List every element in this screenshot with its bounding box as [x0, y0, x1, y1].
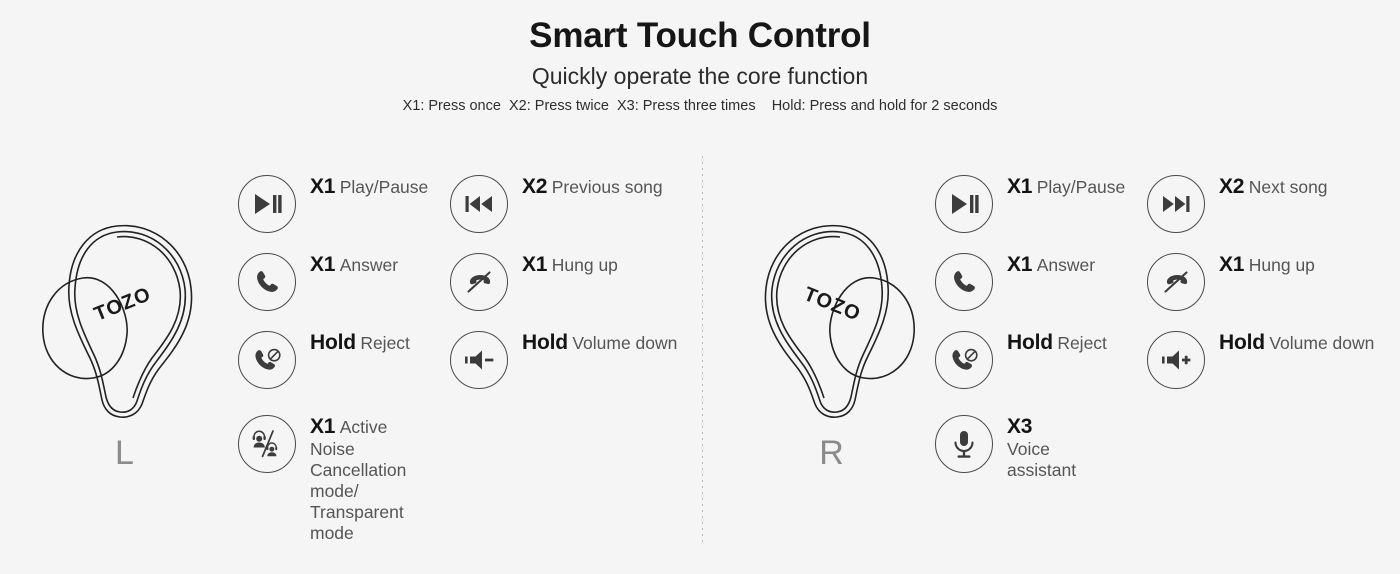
press-count: X2	[522, 175, 548, 198]
press-legend: X1: Press once X2: Press twice X3: Press…	[0, 98, 1400, 115]
action-label: Answer	[1036, 255, 1096, 275]
press-count: X1	[522, 253, 548, 276]
control-row-next-song-right[interactable]: X2 Next song	[1147, 174, 1382, 252]
left-channel-letter: L	[115, 434, 135, 472]
press-count: X1	[310, 415, 336, 438]
press-count: X1	[1007, 253, 1033, 276]
control-row-answer-right[interactable]: X1 Answer	[935, 252, 1170, 330]
action-label: Play/Pause	[1036, 177, 1126, 197]
control-row-answer-left[interactable]: X1 Answer	[238, 252, 473, 330]
action-label: Next song	[1248, 177, 1328, 197]
noise-cancellation-icon	[238, 415, 296, 473]
control-text: X2 Next song	[1219, 174, 1328, 199]
control-text: Hold Reject	[1007, 330, 1107, 355]
phone-hangup-icon	[1147, 253, 1205, 311]
legend-item-hold: Hold: Press and hold for 2 seconds	[771, 98, 998, 115]
control-row-hangup-right[interactable]: X1 Hung up	[1147, 252, 1382, 330]
control-row-reject-left[interactable]: Hold Reject	[238, 330, 473, 408]
control-text: Hold Volume down	[522, 330, 677, 355]
left-earbud-section: TOZO L X1 Play/Pause X1 Answer Hold Reje…	[0, 148, 700, 574]
control-text: X2 Previous song	[522, 174, 663, 199]
legend-item-x1: X1: Press once	[402, 98, 501, 115]
control-text: X1 Answer	[1007, 252, 1095, 277]
phone-answer-icon	[238, 253, 296, 311]
left-earbud-illustration-block: TOZO L	[5, 206, 245, 470]
previous-song-icon	[450, 175, 508, 233]
control-text: Hold Reject	[310, 330, 410, 355]
press-count: X1	[310, 253, 336, 276]
action-label: Hung up	[551, 255, 618, 275]
right-earbud-icon: TOZO	[764, 224, 915, 418]
control-row-reject-right[interactable]: Hold Reject	[935, 330, 1170, 408]
press-count: X1	[1219, 253, 1245, 276]
legend-gap-3	[756, 98, 772, 114]
page-title: Smart Touch Control	[529, 16, 871, 55]
play-pause-icon	[238, 175, 296, 233]
control-text: X1 Play/Pause	[1007, 174, 1125, 199]
right-column-a: X1 Play/Pause X1 Answer Hold Reject	[935, 174, 1170, 408]
right-column-b: X2 Next song X1 Hung up Hold Volume down	[1147, 174, 1382, 408]
press-count: X1	[1007, 175, 1033, 198]
control-text: X1 Play/Pause	[310, 174, 428, 199]
press-count: X1	[310, 175, 336, 198]
press-count: X2	[1219, 175, 1245, 198]
action-label: Previous song	[551, 177, 663, 197]
action-label: Reject	[360, 333, 410, 353]
control-row-volume-down-left[interactable]: Hold Volume down	[450, 330, 685, 408]
phone-reject-icon	[935, 331, 993, 389]
control-text: X1 Hung up	[1219, 252, 1315, 277]
left-earbud-icon: TOZO	[42, 224, 193, 418]
volume-down-icon	[450, 331, 508, 389]
control-row-voice-assistant-right[interactable]: X3 Voice assistant	[935, 414, 1076, 492]
microphone-icon	[935, 415, 993, 473]
right-channel-letter: R	[819, 434, 845, 472]
phone-hangup-icon	[450, 253, 508, 311]
page-subtitle: Quickly operate the core function	[531, 62, 869, 89]
right-earbud-section: TOZO R X1 Play/Pause X1 Answer Hold Reje…	[702, 148, 1400, 574]
left-column-a: X1 Play/Pause X1 Answer Hold Reject	[238, 174, 473, 408]
control-row-hangup-left[interactable]: X1 Hung up	[450, 252, 685, 330]
next-song-icon	[1147, 175, 1205, 233]
action-label: Volume down	[1269, 333, 1375, 353]
press-count: Hold	[310, 331, 356, 354]
action-label: Volume down	[572, 333, 678, 353]
left-column-b: X2 Previous song X1 Hung up Hold Volume …	[450, 174, 685, 408]
control-row-play-pause-left[interactable]: X1 Play/Pause	[238, 174, 473, 252]
control-text: X1 Hung up	[522, 252, 618, 277]
phone-reject-icon	[238, 331, 296, 389]
controls-board: TOZO L X1 Play/Pause X1 Answer Hold Reje…	[0, 148, 1400, 574]
phone-answer-icon	[935, 253, 993, 311]
control-row-play-pause-right[interactable]: X1 Play/Pause	[935, 174, 1170, 252]
legend-gap-2	[609, 98, 617, 114]
right-earbud-brand: TOZO	[801, 283, 864, 326]
control-text: Hold Volume down	[1219, 330, 1374, 355]
play-pause-icon	[935, 175, 993, 233]
press-count: X3	[1007, 415, 1033, 438]
left-earbud-brand: TOZO	[91, 283, 154, 326]
right-earbud-illustration-block: TOZO R	[712, 206, 952, 470]
press-count: Hold	[522, 331, 568, 354]
legend-item-x2: X2: Press twice	[508, 98, 609, 115]
press-count: Hold	[1219, 331, 1265, 354]
control-row-volume-right[interactable]: Hold Volume down	[1147, 330, 1382, 408]
action-label: Play/Pause	[339, 177, 429, 197]
control-text: X1 Active Noise Cancellation mode/ Trans…	[310, 414, 406, 544]
control-row-previous-song-left[interactable]: X2 Previous song	[450, 174, 685, 252]
action-label: Voice assistant	[1007, 438, 1077, 480]
volume-up-icon	[1147, 331, 1205, 389]
legend-item-x3: X3: Press three times	[616, 98, 756, 115]
press-count: Hold	[1007, 331, 1053, 354]
action-label: Answer	[339, 255, 399, 275]
page-header: Smart Touch Control Quickly operate the …	[0, 0, 1400, 115]
control-text: X1 Answer	[310, 252, 398, 277]
action-label: Hung up	[1248, 255, 1315, 275]
control-row-noise-cancellation-left[interactable]: X1 Active Noise Cancellation mode/ Trans…	[238, 414, 406, 543]
legend-gap-1	[501, 98, 509, 114]
control-text: X3 Voice assistant	[1007, 414, 1076, 481]
action-label: Reject	[1057, 333, 1107, 353]
